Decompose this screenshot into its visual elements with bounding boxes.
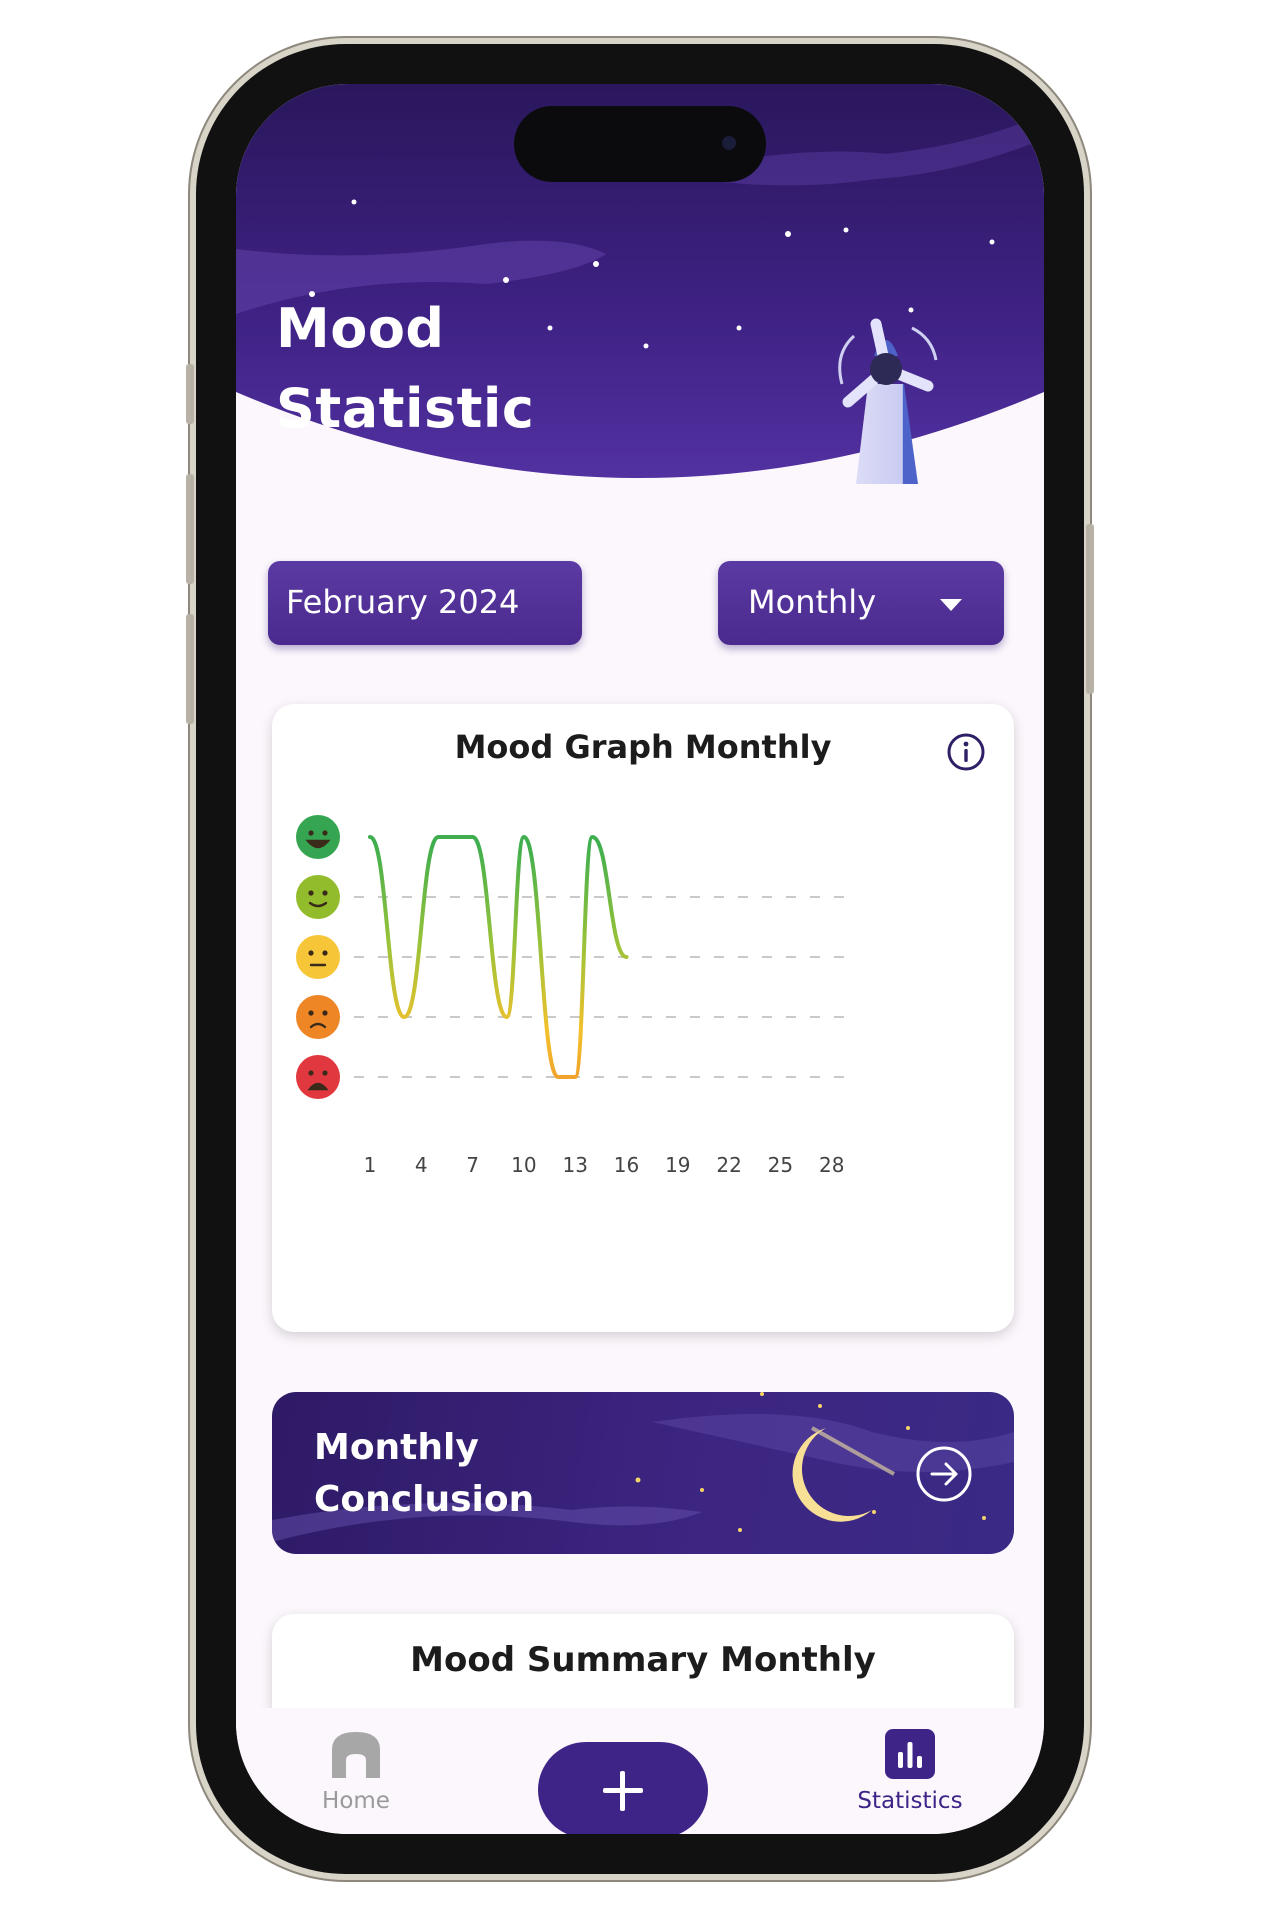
mood-graph-card: Mood Graph Monthly 1 4 7 10 13 16 19 22 25 28 [272, 704, 1014, 1332]
home-icon [332, 1732, 380, 1778]
bar-chart-icon [885, 1729, 935, 1779]
mood-face-eye [308, 1010, 314, 1016]
monthly-conclusion-line2: Conclusion [314, 1479, 535, 1520]
add-mood-button[interactable] [538, 1742, 708, 1834]
nav-statistics-label: Statistics [857, 1788, 963, 1814]
volume-down-button [186, 614, 194, 724]
mood-face-angry-icon [296, 1055, 340, 1099]
x-tick-label: 13 [562, 1153, 587, 1177]
camera-icon [722, 136, 736, 150]
dynamic-island [514, 106, 766, 182]
mood-face-neutral-icon [296, 935, 340, 979]
mood-line-chart: 1 4 7 10 13 16 19 22 25 28 [296, 815, 850, 1177]
page-title: Mood Statistic [276, 289, 534, 449]
mood-face-eye [308, 1070, 314, 1076]
nav-statistics[interactable]: Statistics [840, 1728, 980, 1814]
bottom-navigation: Home Statistics [236, 1708, 1044, 1834]
mood-face-eye [308, 950, 314, 956]
mood-face-eye [322, 1070, 328, 1076]
plus-icon-stroke [620, 1771, 625, 1811]
arrow-right-icon[interactable] [918, 1448, 970, 1500]
mood-summary-title: Mood Summary Monthly [410, 1640, 876, 1680]
page-title-line1: Mood [276, 297, 445, 360]
mood-face-very-happy-icon [296, 815, 340, 859]
header-banner: Mood Statistic [236, 84, 1044, 524]
monthly-conclusion-line1: Monthly [314, 1427, 479, 1468]
phone-frame: Mood Statistic February 2024 Monthly Moo… [186, 44, 1094, 1874]
power-button [1086, 524, 1094, 694]
monthly-conclusion-banner[interactable]: Monthly Conclusion [272, 1392, 1014, 1554]
x-tick-label: 28 [819, 1153, 844, 1177]
mood-face-eye [322, 1010, 328, 1016]
app-screen: Mood Statistic February 2024 Monthly Moo… [236, 84, 1044, 1834]
x-tick-label: 16 [614, 1153, 639, 1177]
mood-face-sad-icon [296, 995, 340, 1039]
x-tick-label: 19 [665, 1153, 690, 1177]
x-tick-label: 4 [415, 1153, 428, 1177]
mood-face-eye [308, 890, 314, 896]
mood-face-eye [308, 830, 314, 836]
x-tick-label: 22 [716, 1153, 741, 1177]
period-dropdown-label: Monthly [748, 583, 877, 621]
mood-face-happy-icon [296, 875, 340, 919]
month-picker-button[interactable]: February 2024 [268, 561, 582, 645]
month-picker-label: February 2024 [286, 583, 520, 621]
period-dropdown[interactable]: Monthly [718, 561, 1004, 645]
mood-face-eye [322, 830, 328, 836]
nav-home[interactable]: Home [296, 1728, 416, 1814]
caret-down-icon [940, 599, 962, 611]
x-tick-label: 10 [511, 1153, 536, 1177]
page-title-line2: Statistic [276, 377, 535, 440]
volume-up-button [186, 474, 194, 584]
x-tick-label: 1 [364, 1153, 377, 1177]
mood-face-eye [322, 950, 328, 956]
mood-face-eye [322, 890, 328, 896]
x-tick-label: 7 [466, 1153, 479, 1177]
monthly-conclusion-title: Monthly Conclusion [314, 1422, 534, 1526]
nav-home-label: Home [322, 1788, 390, 1814]
x-tick-label: 25 [768, 1153, 793, 1177]
mute-switch [186, 364, 194, 424]
